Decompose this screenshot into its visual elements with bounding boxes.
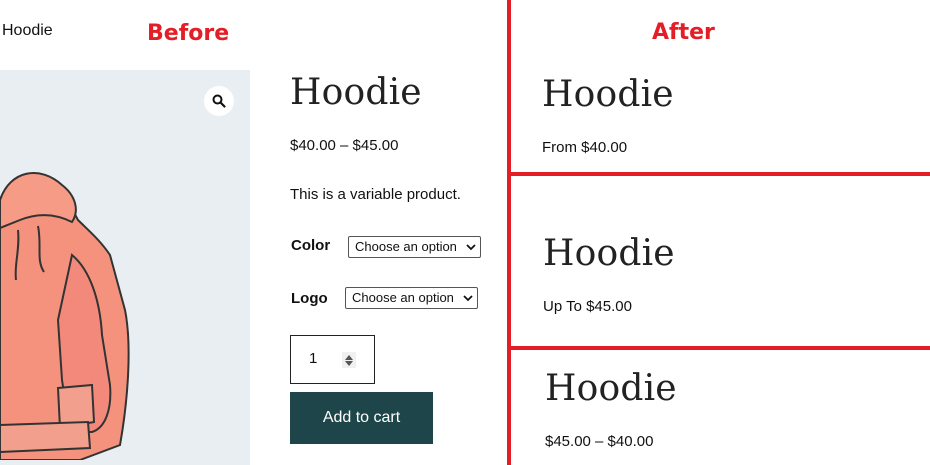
hoodie-image[interactable] [0, 160, 150, 460]
after-product-title-3: Hoodie [545, 368, 677, 409]
after-price-1: From $40.00 [542, 139, 628, 156]
after-annotation: After [652, 20, 715, 45]
quantity-value: 1 [309, 350, 318, 367]
logo-select-value: Choose an option [352, 290, 454, 305]
chevron-down-icon [466, 244, 476, 251]
product-gallery [0, 70, 250, 465]
quantity-input[interactable]: 1 [290, 335, 375, 384]
magnifier-icon[interactable] [204, 86, 234, 116]
divider-horizontal-1 [507, 172, 930, 176]
chevron-down-icon [463, 295, 473, 302]
product-title: Hoodie [290, 72, 422, 113]
add-to-cart-button[interactable]: Add to cart [290, 392, 433, 444]
after-product-title-1: Hoodie [542, 74, 674, 115]
color-select[interactable]: Choose an option [348, 236, 481, 258]
color-attribute-label: Color [291, 237, 331, 254]
after-price-3: $45.00 – $40.00 [545, 433, 654, 450]
price-range: $40.00 – $45.00 [290, 137, 399, 154]
logo-select[interactable]: Choose an option [345, 287, 478, 309]
logo-attribute-label: Logo [291, 290, 328, 307]
after-product-title-2: Hoodie [543, 233, 675, 274]
after-price-2: Up To $45.00 [543, 298, 632, 315]
short-description: This is a variable product. [290, 186, 461, 203]
breadcrumb-current: Hoodie [2, 22, 53, 39]
stepper-arrows-icon[interactable] [342, 352, 356, 368]
divider-horizontal-2 [507, 346, 930, 350]
before-annotation: Before [147, 21, 230, 46]
color-select-value: Choose an option [355, 239, 457, 254]
divider-vertical [507, 0, 511, 465]
